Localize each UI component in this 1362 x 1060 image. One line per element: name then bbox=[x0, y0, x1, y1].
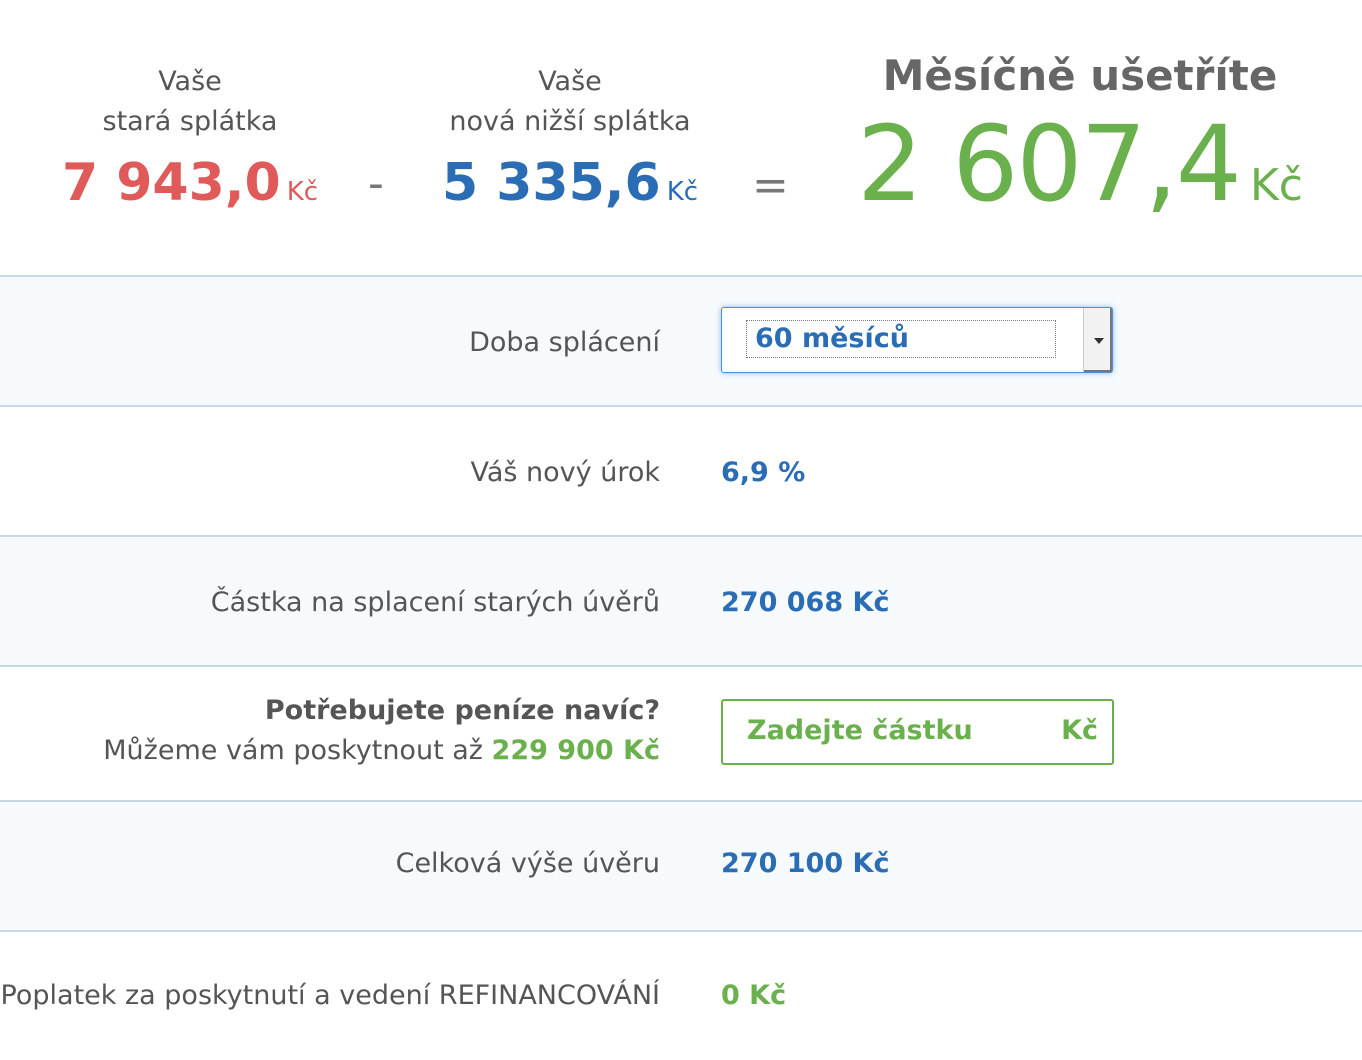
savings-amount: 2 607,4 Kč bbox=[820, 104, 1340, 246]
savings-label: Měsíčně ušetříte bbox=[882, 51, 1278, 100]
savings-currency: Kč bbox=[1249, 160, 1303, 211]
new-payment-value: 5 335,6 bbox=[441, 153, 661, 213]
fee-value: 0 Kč bbox=[721, 980, 787, 1011]
old-payment-label-line1: Vaše bbox=[158, 66, 222, 97]
row-extra-money: Potřebujete peníze navíc? Můžeme vám pos… bbox=[0, 665, 1362, 802]
rate-label: Váš nový úrok bbox=[470, 457, 660, 488]
extra-money-question: Potřebujete peníze navíc? bbox=[264, 695, 660, 726]
term-selected-value[interactable]: 60 měsíců bbox=[746, 320, 1056, 358]
new-payment: Vaše nová nižší splátka 5 335,6 Kč bbox=[420, 62, 720, 227]
chevron-down-icon bbox=[1094, 338, 1104, 344]
old-payment-label-line2: stará splátka bbox=[102, 106, 278, 137]
payoff-label: Částka na splacení starých úvěrů bbox=[210, 587, 660, 618]
fee-label: Poplatek za poskytnutí a vedení REFINANC… bbox=[0, 980, 660, 1011]
new-payment-label-line1: Vaše bbox=[538, 66, 602, 97]
dropdown-button[interactable] bbox=[1083, 308, 1112, 372]
term-select[interactable]: 60 měsíců bbox=[721, 307, 1113, 373]
savings-value: 2 607,4 bbox=[856, 103, 1242, 225]
row-rate: Váš nový úrok 6,9 % bbox=[0, 405, 1362, 537]
offer-prefix: Můžeme vám poskytnout až bbox=[103, 735, 483, 766]
old-payment-amount: 7 943,0 Kč bbox=[40, 148, 340, 227]
extra-money-offer: Můžeme vám poskytnout až 229 900 Kč bbox=[103, 731, 660, 771]
extra-amount-placeholder: Zadejte částku bbox=[747, 715, 973, 746]
equals-sign: = bbox=[752, 160, 789, 211]
new-payment-label-line2: nová nižší splátka bbox=[449, 106, 691, 137]
old-payment: Vaše stará splátka 7 943,0 Kč bbox=[40, 62, 340, 227]
monthly-savings: Měsíčně ušetříte 2 607,4 Kč bbox=[820, 48, 1340, 246]
new-payment-amount: 5 335,6 Kč bbox=[420, 148, 720, 227]
offer-amount: 229 900 Kč bbox=[491, 735, 660, 766]
extra-money-text: Potřebujete peníze navíc? Můžeme vám pos… bbox=[103, 691, 660, 771]
minus-sign: - bbox=[368, 158, 384, 209]
old-payment-currency: Kč bbox=[286, 177, 319, 207]
total-value: 270 100 Kč bbox=[721, 848, 890, 879]
row-fee: Poplatek za poskytnutí a vedení REFINANC… bbox=[0, 930, 1362, 1060]
new-payment-currency: Kč bbox=[666, 177, 699, 207]
total-label: Celková výše úvěru bbox=[395, 848, 660, 879]
row-total: Celková výše úvěru 270 100 Kč bbox=[0, 800, 1362, 932]
old-payment-value: 7 943,0 bbox=[61, 153, 281, 213]
payoff-value: 270 068 Kč bbox=[721, 587, 890, 618]
row-payoff: Částka na splacení starých úvěrů 270 068… bbox=[0, 535, 1362, 667]
extra-amount-currency: Kč bbox=[1061, 715, 1098, 746]
term-label: Doba splácení bbox=[469, 327, 660, 358]
extra-amount-input[interactable]: Zadejte částku Kč bbox=[721, 699, 1114, 765]
rate-value: 6,9 % bbox=[721, 457, 806, 488]
row-term: Doba splácení 60 měsíců bbox=[0, 275, 1362, 407]
payment-summary: Vaše stará splátka 7 943,0 Kč - Vaše nová… bbox=[0, 0, 1362, 275]
